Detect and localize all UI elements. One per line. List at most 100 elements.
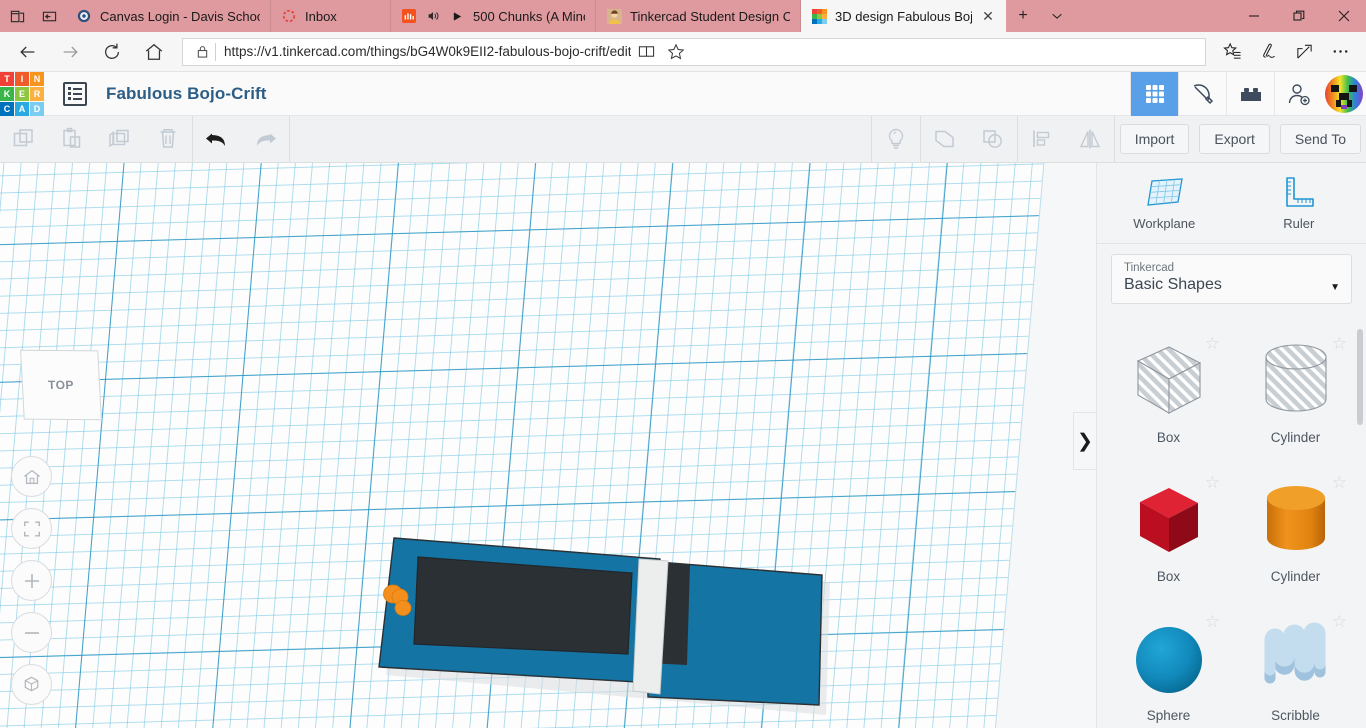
undo-icon[interactable] xyxy=(193,116,241,163)
favorite-star-icon[interactable]: ☆ xyxy=(1205,334,1220,354)
mirror-flip-icon[interactable] xyxy=(1066,116,1114,163)
workplane-tool-label: Workplane xyxy=(1133,216,1196,231)
shapes-row: ☆ Box ☆ Cylinder xyxy=(1105,326,1359,465)
logo-tile: A xyxy=(15,101,29,116)
settings-more-icon[interactable] xyxy=(1322,36,1358,68)
shape-label: Cylinder xyxy=(1270,569,1321,584)
avatar[interactable] xyxy=(1322,72,1366,116)
project-menu-icon[interactable] xyxy=(54,72,96,116)
chevron-down-icon[interactable] xyxy=(1040,0,1074,32)
shapes-row: ☆ Sphere ☆ Scribble xyxy=(1105,604,1359,728)
design-grid-icon[interactable] xyxy=(1130,71,1178,116)
import-button[interactable]: Import xyxy=(1119,124,1190,154)
redo-icon[interactable] xyxy=(241,116,289,163)
cylinder-hole-icon xyxy=(1256,330,1336,430)
favorite-star-icon[interactable] xyxy=(661,38,691,66)
shape-label: Box xyxy=(1156,569,1181,584)
favorite-star-icon[interactable]: ☆ xyxy=(1205,612,1220,632)
shape-item-box-hole[interactable]: ☆ Box xyxy=(1105,326,1232,465)
send-to-button[interactable]: Send To xyxy=(1279,124,1361,154)
tab-preview-icon[interactable] xyxy=(6,5,28,27)
scribble-icon xyxy=(1256,608,1336,708)
model-3d-object[interactable] xyxy=(0,163,1096,728)
view-cube[interactable]: TOP xyxy=(20,349,102,421)
chevron-down-icon[interactable]: ▼ xyxy=(1330,282,1340,293)
ungroup-icon[interactable] xyxy=(969,116,1017,163)
workplane-tool[interactable]: Workplane xyxy=(1097,175,1232,231)
tinkercad-logo[interactable]: TIN KER CAD xyxy=(0,71,46,116)
browser-tab[interactable]: Canvas Login - Davis Schoo xyxy=(66,0,271,32)
url-divider xyxy=(215,42,216,61)
close-tab-icon[interactable]: ✕ xyxy=(980,8,996,24)
restore-icon[interactable] xyxy=(1276,0,1321,32)
logo-tile: D xyxy=(30,101,44,116)
forward-arrow-icon[interactable] xyxy=(50,36,90,68)
group-icon[interactable] xyxy=(921,116,969,163)
browser-tab[interactable]: 500 Chunks (A Minec xyxy=(391,0,596,32)
paste-icon[interactable] xyxy=(48,116,96,163)
panel-scrollbar[interactable] xyxy=(1357,329,1363,425)
align-icon[interactable] xyxy=(1018,116,1066,163)
delete-trash-icon[interactable] xyxy=(144,116,192,163)
shape-item-cylinder-hole[interactable]: ☆ Cylinder xyxy=(1232,326,1359,465)
tab-title: Tinkercad Student Design C xyxy=(630,8,790,24)
shape-item-scribble[interactable]: ☆ Scribble xyxy=(1232,604,1359,728)
reading-view-icon[interactable] xyxy=(631,38,661,66)
duplicate-icon[interactable] xyxy=(96,116,144,163)
shape-label: Box xyxy=(1156,430,1181,445)
home-view-icon[interactable] xyxy=(11,456,52,497)
zoom-in-icon[interactable] xyxy=(11,560,52,601)
minimize-icon[interactable] xyxy=(1231,0,1276,32)
loading-spinner-icon xyxy=(281,8,297,24)
tab-title: 500 Chunks (A Minec xyxy=(473,8,585,24)
favorite-star-icon[interactable]: ☆ xyxy=(1332,612,1347,632)
perspective-toggle-icon[interactable] xyxy=(11,664,52,705)
favorite-star-icon[interactable]: ☆ xyxy=(1332,334,1347,354)
play-triangle-icon xyxy=(449,8,465,24)
shape-label: Sphere xyxy=(1146,708,1191,723)
browser-tab[interactable]: Inbox xyxy=(271,0,391,32)
browser-tab-strip: Canvas Login - Davis Schoo Inbox 500 Chu… xyxy=(0,0,1366,32)
fit-to-view-icon[interactable] xyxy=(11,508,52,549)
tinkercad-icon xyxy=(811,8,827,24)
back-arrow-icon[interactable] xyxy=(8,36,48,68)
hint-lightbulb-icon[interactable] xyxy=(872,116,920,163)
shapes-grid: ☆ Box ☆ Cylinder ☆ Box ☆ Cylinder ☆ Sphe… xyxy=(1097,320,1366,728)
shape-library-selector-wrap: Tinkercad Basic Shapes ▼ xyxy=(1097,244,1366,316)
url-bar[interactable]: https://v1.tinkercad.com/things/bG4W0k9E… xyxy=(182,37,1206,66)
pickaxe-icon[interactable] xyxy=(1178,71,1226,116)
export-button[interactable]: Export xyxy=(1199,124,1270,154)
clipboard-tools xyxy=(0,116,192,163)
browser-tab-active[interactable]: 3D design Fabulous Boj ✕ xyxy=(801,0,1006,32)
copy-icon[interactable] xyxy=(0,116,48,163)
add-user-icon[interactable] xyxy=(1274,71,1322,116)
close-window-icon[interactable] xyxy=(1321,0,1366,32)
shapes-side-panel: Workplane Ruler Tinkercad Basic Shapes ▼ xyxy=(1096,163,1366,728)
home-icon[interactable] xyxy=(134,36,174,68)
audio-playing-icon[interactable] xyxy=(425,8,441,24)
favorite-star-icon[interactable]: ☆ xyxy=(1205,473,1220,493)
url-text: https://v1.tinkercad.com/things/bG4W0k9E… xyxy=(224,44,632,59)
favorites-hub-icon[interactable] xyxy=(1214,36,1250,68)
design-viewport[interactable]: TOP Edit Grid Snap Grid 1/8 in xyxy=(0,163,1096,728)
ruler-tool[interactable]: Ruler xyxy=(1232,175,1366,231)
person-avatar-icon xyxy=(606,8,622,24)
favorite-star-icon[interactable]: ☆ xyxy=(1332,473,1347,493)
new-tab-button[interactable]: + xyxy=(1006,0,1040,32)
tab-title: Canvas Login - Davis Schoo xyxy=(100,8,260,24)
page-title: Fabulous Bojo-Crift xyxy=(106,83,267,103)
shape-item-sphere[interactable]: ☆ Sphere xyxy=(1105,604,1232,728)
refresh-icon[interactable] xyxy=(92,36,132,68)
zoom-out-icon[interactable] xyxy=(11,612,52,653)
logo-tile: R xyxy=(30,86,44,101)
web-notes-pen-icon[interactable] xyxy=(1250,36,1286,68)
shape-item-box-solid[interactable]: ☆ Box xyxy=(1105,465,1232,604)
shape-label: Scribble xyxy=(1271,708,1320,723)
shape-library-select[interactable]: Tinkercad Basic Shapes ▼ xyxy=(1111,254,1352,304)
browser-tab[interactable]: Tinkercad Student Design C xyxy=(596,0,801,32)
share-icon[interactable] xyxy=(1286,36,1322,68)
set-tabs-aside-icon[interactable] xyxy=(38,5,60,27)
shape-item-cylinder-solid[interactable]: ☆ Cylinder xyxy=(1232,465,1359,604)
minecraft-block-icon[interactable] xyxy=(1226,71,1274,116)
panel-collapse-handle[interactable]: ❯ xyxy=(1073,412,1096,470)
